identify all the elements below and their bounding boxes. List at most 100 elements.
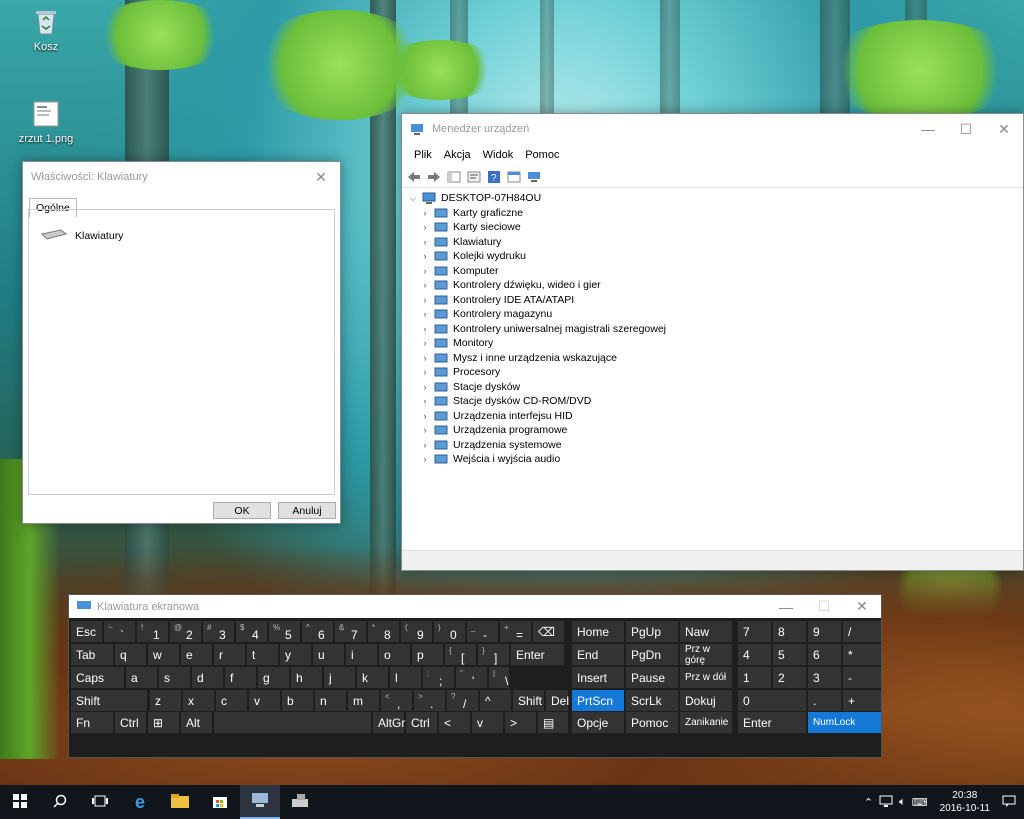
key[interactable]: b: [282, 690, 313, 711]
key[interactable]: ⌫: [533, 621, 564, 642]
chevron-right-icon[interactable]: ›: [420, 454, 430, 464]
key[interactable]: .: [808, 690, 841, 711]
minimize-button[interactable]: —: [909, 114, 947, 144]
key[interactable]: + =: [500, 621, 531, 642]
clock[interactable]: 20:38 2016-10-11: [934, 789, 996, 815]
key[interactable]: Caps: [71, 667, 124, 688]
scan-hardware-icon[interactable]: [526, 169, 542, 185]
key[interactable]: h: [291, 667, 322, 688]
tree-item[interactable]: › Mysz i inne urządzenia wskazujące: [420, 351, 1023, 366]
key[interactable]: k: [357, 667, 388, 688]
device-manager-titlebar[interactable]: Menedżer urządzeń — ☐ ✕: [402, 114, 1023, 144]
key[interactable]: Shift: [513, 690, 544, 711]
key[interactable]: PrtScn: [572, 690, 624, 711]
tree-item[interactable]: › Komputer: [420, 264, 1023, 279]
key[interactable]: @2: [170, 621, 201, 642]
key[interactable]: -: [843, 667, 881, 688]
tree-item[interactable]: › Kontrolery uniwersalnej magistrali szer…: [420, 322, 1023, 337]
tree-item[interactable]: › Urządzenia interfejsu HID: [420, 409, 1023, 424]
start-button[interactable]: [0, 785, 40, 819]
key[interactable]: q: [115, 644, 146, 665]
chevron-right-icon[interactable]: ›: [420, 309, 430, 319]
key[interactable]: Prz w górę: [680, 644, 732, 666]
key[interactable]: Opcje: [572, 712, 624, 733]
close-button[interactable]: ✕: [302, 162, 340, 192]
tree-item[interactable]: › Wejścia i wyjścia audio: [420, 452, 1023, 467]
taskbar-osk[interactable]: [280, 785, 320, 819]
key[interactable]: {[: [445, 644, 476, 665]
key[interactable]: Ctrl: [406, 712, 437, 733]
properties-titlebar[interactable]: Właściwości: Klawiatury ✕: [23, 162, 340, 192]
task-view-button[interactable]: [80, 785, 120, 819]
chevron-down-icon[interactable]: ⌵: [408, 193, 418, 204]
tree-item[interactable]: › Kolejki wydruku: [420, 249, 1023, 264]
key[interactable]: ) 0: [434, 621, 465, 642]
key[interactable]: g: [258, 667, 289, 688]
key[interactable]: f: [225, 667, 256, 688]
key[interactable]: ⊞: [148, 712, 179, 733]
key[interactable]: n: [315, 690, 346, 711]
chevron-right-icon[interactable]: ›: [420, 353, 430, 363]
key[interactable]: % 5: [269, 621, 300, 642]
key[interactable]: " ': [456, 667, 487, 688]
chevron-right-icon[interactable]: ›: [420, 382, 430, 392]
help-icon[interactable]: ?: [486, 169, 502, 185]
key[interactable]: :;: [423, 667, 454, 688]
key[interactable]: 6: [808, 644, 841, 665]
key[interactable]: Insert: [572, 667, 624, 688]
key[interactable]: $4: [236, 621, 267, 642]
key[interactable]: PgDn: [626, 644, 678, 665]
chevron-right-icon[interactable]: ›: [420, 425, 430, 435]
key[interactable]: 0: [738, 690, 806, 711]
key[interactable]: 2: [773, 667, 806, 688]
chevron-right-icon[interactable]: ›: [420, 251, 430, 261]
tree-item[interactable]: › Kontrolery IDE ATA/ATAPI: [420, 293, 1023, 308]
tree-item[interactable]: › Monitory: [420, 336, 1023, 351]
tree-item[interactable]: › Procesory: [420, 365, 1023, 380]
key[interactable]: ~ `: [104, 621, 135, 642]
minimize-button[interactable]: —: [767, 595, 805, 618]
key[interactable]: u: [313, 644, 344, 665]
chevron-up-icon[interactable]: ⌃: [864, 796, 873, 809]
tree-item[interactable]: › Klawiatury: [420, 235, 1023, 250]
key[interactable]: Shift: [71, 690, 147, 711]
taskbar-edge[interactable]: e: [120, 785, 160, 819]
key[interactable]: 4: [738, 644, 771, 665]
key[interactable]: Prz w dół: [680, 667, 732, 688]
maximize-button[interactable]: ☐: [805, 595, 843, 618]
back-arrow-icon[interactable]: [406, 169, 422, 185]
key[interactable]: Tab: [71, 644, 113, 665]
key[interactable]: [214, 712, 371, 733]
menu-help[interactable]: Pomoc: [519, 149, 565, 161]
key[interactable]: ! 1: [137, 621, 168, 642]
key[interactable]: <: [439, 712, 470, 733]
menu-view[interactable]: Widok: [477, 149, 520, 161]
tree-item[interactable]: › Kontrolery dźwięku, wideo i gier: [420, 278, 1023, 293]
key[interactable]: ▤: [538, 712, 568, 733]
taskbar-store[interactable]: [200, 785, 240, 819]
forward-arrow-icon[interactable]: [426, 169, 442, 185]
key[interactable]: s: [159, 667, 190, 688]
tree-item[interactable]: › Urządzenia programowe: [420, 423, 1023, 438]
key[interactable]: 5: [773, 644, 806, 665]
tree-item[interactable]: › Urządzenia systemowe: [420, 438, 1023, 453]
tree-item[interactable]: › Kontrolery magazynu: [420, 307, 1023, 322]
tree-root-computer[interactable]: ⌵ DESKTOP-07H84OU: [408, 191, 1023, 206]
key[interactable]: e: [181, 644, 212, 665]
key[interactable]: PgUp: [626, 621, 678, 642]
key[interactable]: i: [346, 644, 377, 665]
key[interactable]: o: [379, 644, 410, 665]
key[interactable]: AltGr: [373, 712, 405, 733]
osk-titlebar[interactable]: Klawiatura ekranowa — ☐ ✕: [69, 595, 881, 618]
key[interactable]: Pomoc: [626, 712, 678, 733]
taskbar-explorer[interactable]: [160, 785, 200, 819]
maximize-button[interactable]: ☐: [947, 114, 985, 144]
key[interactable]: Zanikanie: [680, 712, 732, 733]
key[interactable]: }]: [478, 644, 509, 665]
device-properties-icon[interactable]: [466, 169, 482, 185]
tree-item[interactable]: › Stacje dysków CD-ROM/DVD: [420, 394, 1023, 409]
ok-button[interactable]: OK: [213, 502, 271, 519]
key[interactable]: t: [247, 644, 278, 665]
key[interactable]: p: [412, 644, 443, 665]
key[interactable]: c: [216, 690, 247, 711]
